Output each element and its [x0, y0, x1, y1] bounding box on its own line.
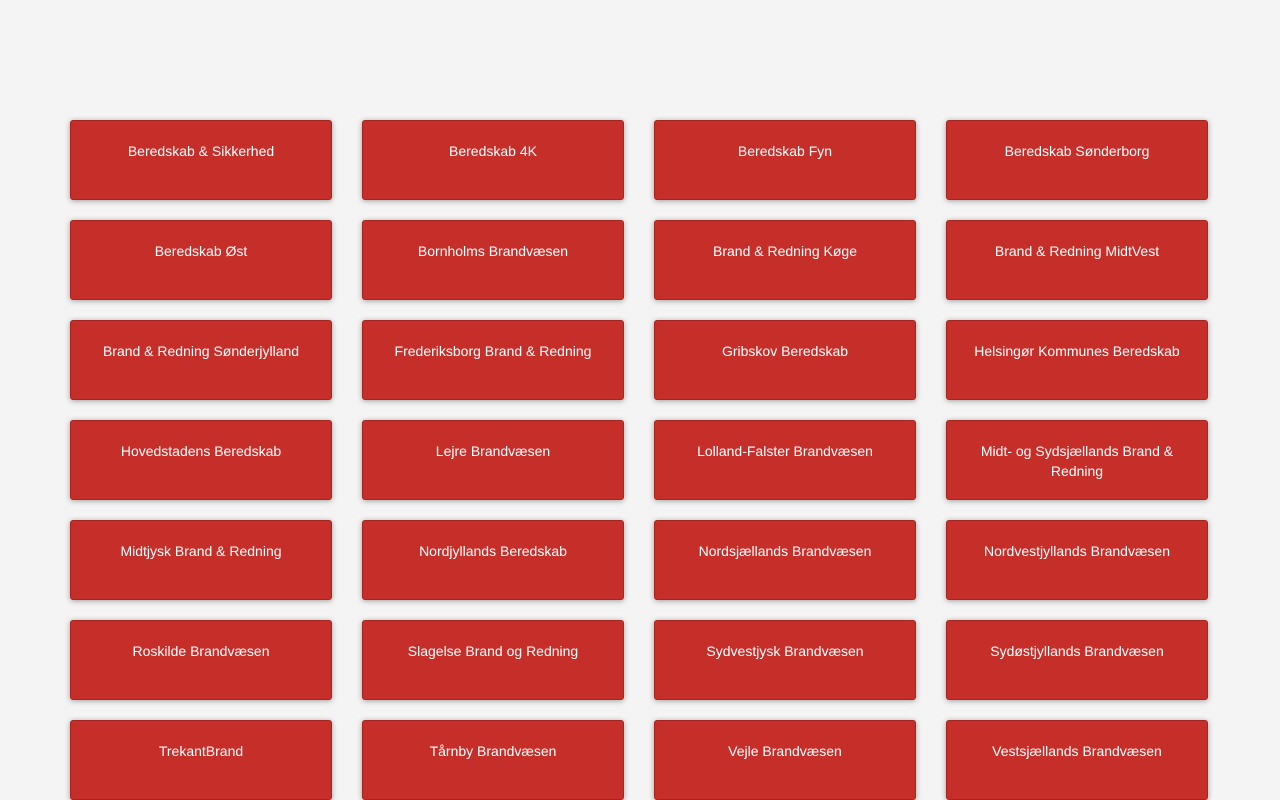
- tile-slagelse-brand-og-redning[interactable]: Slagelse Brand og Redning: [362, 620, 624, 700]
- tile-frederiksborg-brand-redning[interactable]: Frederiksborg Brand & Redning: [362, 320, 624, 400]
- tile-beredskab-og-sikkerhed[interactable]: Beredskab & Sikkerhed: [70, 120, 332, 200]
- tile-lejre-brandvaesen[interactable]: Lejre Brandvæsen: [362, 420, 624, 500]
- tile-sydvestjysk-brandvaesen[interactable]: Sydvestjysk Brandvæsen: [654, 620, 916, 700]
- tile-nordsjaellands-brandvaesen[interactable]: Nordsjællands Brandvæsen: [654, 520, 916, 600]
- tile-sydostjyllands-brandvaesen[interactable]: Sydøstjyllands Brandvæsen: [946, 620, 1208, 700]
- tile-roskilde-brandvaesen[interactable]: Roskilde Brandvæsen: [70, 620, 332, 700]
- tile-nordvestjyllands-brandvaesen[interactable]: Nordvestjyllands Brandvæsen: [946, 520, 1208, 600]
- fire-service-grid: Beredskab & Sikkerhed Beredskab 4K Bered…: [70, 120, 1210, 800]
- tile-beredskab-sonderborg[interactable]: Beredskab Sønderborg: [946, 120, 1208, 200]
- tile-beredskab-fyn[interactable]: Beredskab Fyn: [654, 120, 916, 200]
- page: Beredskab & Sikkerhed Beredskab 4K Bered…: [0, 0, 1280, 800]
- tile-vejle-brandvaesen[interactable]: Vejle Brandvæsen: [654, 720, 916, 800]
- tile-bornholms-brandvaesen[interactable]: Bornholms Brandvæsen: [362, 220, 624, 300]
- tile-hovedstadens-beredskab[interactable]: Hovedstadens Beredskab: [70, 420, 332, 500]
- tile-midtjysk-brand-redning[interactable]: Midtjysk Brand & Redning: [70, 520, 332, 600]
- tile-trekantbrand[interactable]: TrekantBrand: [70, 720, 332, 800]
- tile-gribskov-beredskab[interactable]: Gribskov Beredskab: [654, 320, 916, 400]
- tile-beredskab-ost[interactable]: Beredskab Øst: [70, 220, 332, 300]
- tile-helsingor-kommunes-beredskab[interactable]: Helsingør Kommunes Beredskab: [946, 320, 1208, 400]
- tile-brand-redning-midtvest[interactable]: Brand & Redning MidtVest: [946, 220, 1208, 300]
- tile-midt-og-sydsjaellands-brand-redning[interactable]: Midt- og Sydsjællands Brand & Redning: [946, 420, 1208, 500]
- tile-lolland-falster-brandvaesen[interactable]: Lolland-Falster Brandvæsen: [654, 420, 916, 500]
- tile-vestsjaellands-brandvaesen[interactable]: Vestsjællands Brandvæsen: [946, 720, 1208, 800]
- tile-brand-redning-sonderjylland[interactable]: Brand & Redning Sønderjylland: [70, 320, 332, 400]
- tile-tarnby-brandvaesen[interactable]: Tårnby Brandvæsen: [362, 720, 624, 800]
- tile-beredskab-4k[interactable]: Beredskab 4K: [362, 120, 624, 200]
- tile-nordjyllands-beredskab[interactable]: Nordjyllands Beredskab: [362, 520, 624, 600]
- tile-brand-redning-koge[interactable]: Brand & Redning Køge: [654, 220, 916, 300]
